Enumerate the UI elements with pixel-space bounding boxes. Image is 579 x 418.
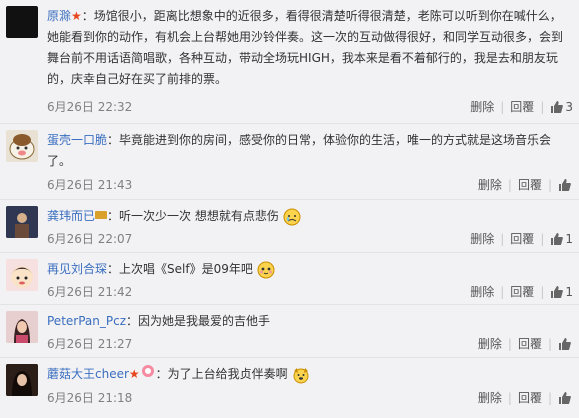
username-link[interactable]: 龚玮而已: [47, 209, 95, 223]
comment-text: ：毕竟能进到你的房间，感受你的日常，体验你的生活，唯一的方式就是这场音乐会了。: [47, 133, 552, 168]
comment-list: 原滁★：场馆很小，距离比想象中的近很多，看得很清楚听得很清楚，老陈可以听到你在喊…: [0, 0, 579, 418]
thumbs-up-icon: [551, 232, 564, 245]
delete-button[interactable]: 删除: [470, 230, 494, 247]
avatar-cartoon-icon: [6, 259, 38, 291]
comment-body: 再见刘合琛：上次唱《Self》是09年吧: [47, 259, 571, 280]
like-button[interactable]: 3: [550, 100, 573, 114]
like-button[interactable]: [558, 391, 573, 404]
thumbs-up-icon: [559, 178, 571, 191]
timestamp: 6月26日 21:43: [47, 178, 133, 192]
comment-actions: 删除 | 回覆 | 1: [470, 283, 573, 300]
username-link[interactable]: 蛋壳一口脆: [47, 133, 107, 147]
username-link[interactable]: 原滁: [47, 9, 71, 23]
timestamp: 6月26日 21:27: [47, 337, 133, 351]
comment-text: ：因为她是我最爱的吉他手: [126, 314, 271, 328]
avatar-photo-icon: [6, 364, 38, 396]
avatar[interactable]: [6, 130, 38, 162]
delete-button[interactable]: 删除: [470, 283, 494, 300]
username-link[interactable]: PeterPan_Pcz: [47, 314, 126, 328]
avatar[interactable]: [6, 259, 38, 291]
delete-button[interactable]: 删除: [470, 98, 494, 115]
comment-text: ：为了上台给我贞伴奏啊: [155, 367, 288, 381]
badge-icon: [95, 206, 108, 227]
reply-button[interactable]: 回覆: [510, 98, 534, 115]
comment-text: ：听一次少一次 想想就有点悲伤: [107, 209, 279, 223]
like-count: 1: [565, 284, 573, 299]
like-button[interactable]: [558, 178, 573, 191]
emoji-blush-icon: [257, 261, 275, 278]
badge-icon: [140, 364, 156, 385]
comment-text: ：场馆很小，距离比想象中的近很多，看得很清楚听得很清楚，老陈可以听到你在喊什么，…: [47, 9, 564, 86]
avatar-photo-icon: [6, 206, 38, 238]
like-count: 3: [565, 99, 573, 114]
like-button[interactable]: [558, 337, 573, 350]
reply-button[interactable]: 回覆: [518, 389, 542, 406]
avatar[interactable]: [6, 206, 38, 238]
avatar[interactable]: [6, 6, 38, 38]
timestamp: 6月26日 21:18: [47, 391, 133, 405]
avatar[interactable]: [6, 311, 38, 343]
avatar-photo-icon: [6, 311, 38, 343]
comment-item: PeterPan_Pcz：因为她是我最爱的吉他手 6月26日 21:27 删除 …: [0, 305, 579, 358]
thumbs-up-icon: [551, 285, 564, 298]
comment-actions: 删除 | 回覆 |: [478, 389, 573, 406]
comment-body: 原滁★：场馆很小，距离比想象中的近很多，看得很清楚听得很清楚，老陈可以听到你在喊…: [47, 6, 571, 90]
emoji-dog-icon: [293, 367, 309, 383]
timestamp: 6月26日 21:42: [47, 285, 133, 299]
reply-button[interactable]: 回覆: [518, 176, 542, 193]
thumbs-up-icon: [559, 337, 571, 350]
comment-actions: 删除 | 回覆 |: [478, 176, 573, 193]
comment-actions: 删除 | 回覆 | 3: [470, 98, 573, 115]
username-link[interactable]: 再见刘合琛: [47, 262, 107, 276]
like-button[interactable]: 1: [550, 232, 573, 246]
reply-button[interactable]: 回覆: [510, 230, 534, 247]
comment-item: 蘑菇大王cheer★ ：为了上台给我贞伴奏啊 6月26日 21:18 删除 | 回…: [0, 358, 579, 418]
comment-body: 龚玮而已 ：听一次少一次 想想就有点悲伤: [47, 206, 571, 227]
reply-button[interactable]: 回覆: [510, 283, 534, 300]
username-link[interactable]: 蘑菇大王cheer: [47, 367, 129, 381]
comment-item: 原滁★：场馆很小，距离比想象中的近很多，看得很清楚听得很清楚，老陈可以听到你在喊…: [0, 0, 579, 124]
thumbs-up-icon: [559, 391, 571, 404]
emoji-sad-icon: [283, 208, 301, 225]
avatar-cartoon-icon: [9, 134, 35, 160]
delete-button[interactable]: 删除: [478, 389, 502, 406]
like-button[interactable]: 1: [550, 285, 573, 299]
like-count: 1: [565, 231, 573, 246]
comment-body: 蘑菇大王cheer★ ：为了上台给我贞伴奏啊: [47, 364, 571, 385]
comment-text: ：上次唱《Self》是09年吧: [107, 262, 253, 276]
comment-actions: 删除 | 回覆 | 1: [470, 230, 573, 247]
delete-button[interactable]: 删除: [478, 335, 502, 352]
star-icon: ★: [71, 9, 82, 23]
comment-body: PeterPan_Pcz：因为她是我最爱的吉他手: [47, 311, 571, 332]
comment-item: 蛋壳一口脆：毕竟能进到你的房间，感受你的日常，体验你的生活，唯一的方式就是这场音…: [0, 124, 579, 200]
reply-button[interactable]: 回覆: [518, 335, 542, 352]
delete-button[interactable]: 删除: [478, 176, 502, 193]
comment-actions: 删除 | 回覆 |: [478, 335, 573, 352]
comment-body: 蛋壳一口脆：毕竟能进到你的房间，感受你的日常，体验你的生活，唯一的方式就是这场音…: [47, 130, 571, 172]
timestamp: 6月26日 22:07: [47, 232, 133, 246]
timestamp: 6月26日 22:32: [47, 100, 133, 114]
comment-item: 龚玮而已 ：听一次少一次 想想就有点悲伤 6月26日 22:07 删除 | 回覆 …: [0, 200, 579, 253]
thumbs-up-icon: [551, 100, 564, 113]
avatar[interactable]: [6, 364, 38, 396]
star-icon: ★: [128, 367, 140, 381]
comment-item: 再见刘合琛：上次唱《Self》是09年吧 6月26日 21:42 删除 | 回覆…: [0, 253, 579, 305]
